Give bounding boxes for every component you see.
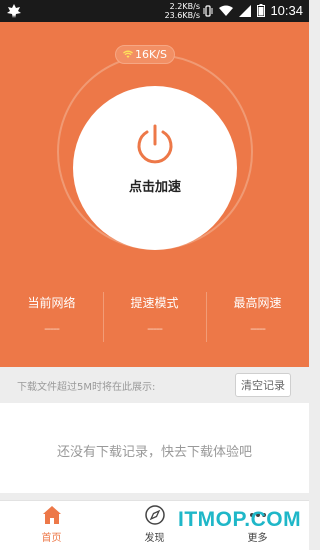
home-icon [41,504,63,526]
tab-label: 发现 [144,533,165,544]
vibrate-icon [203,2,213,21]
leaf-icon [6,3,22,19]
network-speed: 2.2KB/s 23.6KB/s [140,2,200,20]
empty-message: 还没有下载记录，快去下载体验吧 [56,445,252,460]
wifi-icon [219,2,233,21]
stat-value: ----- [147,322,163,335]
power-icon[interactable] [133,122,177,166]
speed-badge: 16K/S [115,45,175,64]
stat-speed-mode: 提速模式 ----- [103,292,206,362]
stat-value: ----- [44,322,60,335]
download-hint: 下载文件超过5M时将在此展示: [17,382,156,393]
speed-badge-value: 16K/S [135,48,167,61]
battery-icon [257,2,265,21]
accelerator-panel: 16K/S 点击加速 当前网络 ----- 提速模式 ----- 最高网速 --… [0,22,309,367]
compass-icon [144,504,166,526]
stat-label: 当前网络 [27,296,76,310]
tab-label: 首页 [41,533,62,544]
download-header: 下载文件超过5M时将在此展示: 清空记录 [0,367,309,403]
status-bar: 2.2KB/s 23.6KB/s 10:34 [0,0,309,22]
accelerate-button[interactable] [73,86,237,250]
tab-home[interactable]: 首页 [0,501,103,550]
stat-current-network: 当前网络 ----- [0,292,103,362]
stats-row: 当前网络 ----- 提速模式 ----- 最高网速 ----- [0,292,309,362]
stat-label: 提速模式 [130,296,179,310]
watermark: ITMOP.COM [178,508,302,531]
download-speed: 23.6KB/s [164,11,200,20]
stat-label: 最高网速 [233,296,282,310]
signal-icon [239,2,251,21]
wifi-icon [123,48,134,61]
accelerate-label[interactable]: 点击加速 [100,176,210,195]
clear-records-button[interactable]: 清空记录 [235,373,291,397]
upload-speed: 2.2KB/s [169,2,200,11]
stat-value: ----- [250,322,266,335]
status-icons [203,2,265,21]
download-list-empty: 还没有下载记录，快去下载体验吧 [0,403,309,493]
clock: 10:34 [270,3,303,18]
stat-max-speed: 最高网速 ----- [206,292,309,362]
